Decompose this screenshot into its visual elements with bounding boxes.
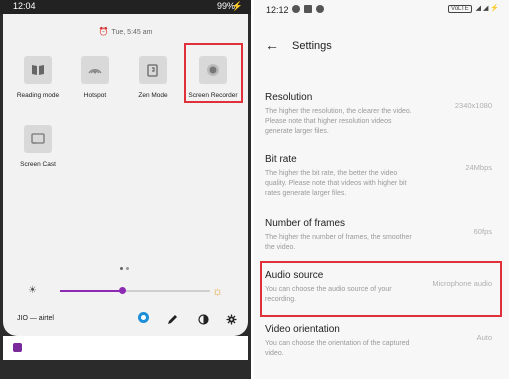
edit-pencil-button[interactable] — [167, 312, 178, 330]
user-avatar-button[interactable] — [138, 312, 149, 323]
status-right-icons: VoLTE ◢ ◢ ⚡ — [448, 4, 499, 13]
right-status-time: 12:12 — [266, 5, 289, 15]
right-status-bar: 12:12 VoLTE ◢ ◢ ⚡ — [254, 0, 509, 20]
auto-brightness-icon[interactable]: ☼ — [212, 284, 223, 298]
next-alarm[interactable]: ⏰ Tue, 5:45 am — [3, 27, 248, 36]
signal-icon: ◢ ◢ ⚡ — [475, 5, 499, 12]
brightness-low-icon: ☀ — [28, 285, 37, 296]
setting-title: Number of frames — [265, 218, 346, 229]
zen-mode-icon — [139, 56, 167, 84]
page-indicator — [120, 267, 129, 270]
page-dot-active — [120, 267, 123, 270]
left-phone-screen: 12:04 99% ⚡ ⏰ Tue, 5:45 am Reading mode H… — [0, 0, 251, 379]
quick-settings-panel: ⏰Tue, 5:45 am Reading mode Hotspot Zen — [3, 14, 248, 336]
setting-value: 24Mbps — [465, 163, 492, 172]
page-title: Settings — [292, 40, 332, 52]
hotspot-icon — [81, 56, 109, 84]
setting-title: Resolution — [265, 92, 313, 103]
setting-value: 2340x1080 — [454, 101, 492, 110]
notification-app-icon — [13, 343, 22, 352]
next-alarm-text: Tue, 5:45 am — [111, 29, 153, 36]
back-arrow-icon[interactable]: ← — [265, 37, 279, 53]
settings-gear-icon — [226, 314, 237, 325]
settings-header: ← Settings — [254, 27, 509, 67]
status-record-icon — [316, 5, 324, 13]
setting-video-orientation[interactable]: Video orientation You can choose the ori… — [254, 324, 509, 364]
left-status-bar: 12:04 99% ⚡ — [0, 0, 251, 14]
status-notification-icon — [292, 5, 300, 13]
page-dot — [126, 267, 129, 270]
left-status-time: 12:04 — [13, 1, 36, 11]
setting-description: The higher the bit rate, the better the … — [265, 170, 407, 197]
dark-mode-button[interactable] — [198, 312, 209, 330]
book-icon — [24, 56, 52, 84]
volte-badge: VoLTE — [448, 5, 472, 13]
status-message-icon — [304, 5, 312, 13]
user-avatar-icon — [138, 312, 149, 323]
carrier-label: JIO — airtel — [17, 315, 54, 322]
tile-screen-cast[interactable]: Screen Cast — [3, 125, 73, 168]
setting-value: 60fps — [473, 227, 492, 236]
right-phone-screen: 12:12 VoLTE ◢ ◢ ⚡ ← Settings Resolution T… — [254, 0, 509, 379]
settings-button[interactable] — [226, 312, 237, 330]
setting-description: The higher the resolution, the clearer t… — [265, 108, 412, 135]
setting-description: You can choose the orientation of the ca… — [265, 340, 410, 357]
left-bottom-area — [0, 361, 251, 379]
setting-number-of-frames[interactable]: Number of frames The higher the number o… — [254, 218, 509, 258]
setting-value: Auto — [476, 333, 492, 342]
dark-mode-icon — [198, 314, 209, 325]
screenshot-root: 12:04 99% ⚡ ⏰ Tue, 5:45 am Reading mode H… — [0, 0, 509, 379]
tile-label: Screen Cast — [20, 161, 56, 168]
alarm-icon: ⏰ — [98, 27, 109, 36]
setting-title: Bit rate — [265, 154, 297, 165]
setting-bit-rate[interactable]: Bit rate The higher the bit rate, the be… — [254, 154, 509, 204]
brightness-thumb[interactable] — [118, 287, 126, 294]
charging-icon: ⚡ — [231, 1, 243, 11]
cast-icon — [24, 125, 52, 153]
brightness-slider[interactable]: ☀ ☼ — [28, 284, 228, 298]
setting-title: Video orientation — [265, 324, 340, 335]
edit-pencil-icon — [168, 315, 177, 324]
audio-source-highlight — [260, 261, 502, 317]
screen-recorder-highlight — [184, 43, 243, 103]
setting-description: The higher the number of frames, the smo… — [265, 234, 412, 251]
brightness-track[interactable] — [60, 287, 210, 294]
brightness-fill — [60, 290, 122, 292]
notification-strip[interactable] — [3, 336, 248, 360]
setting-resolution[interactable]: Resolution The higher the resolution, th… — [254, 92, 509, 142]
